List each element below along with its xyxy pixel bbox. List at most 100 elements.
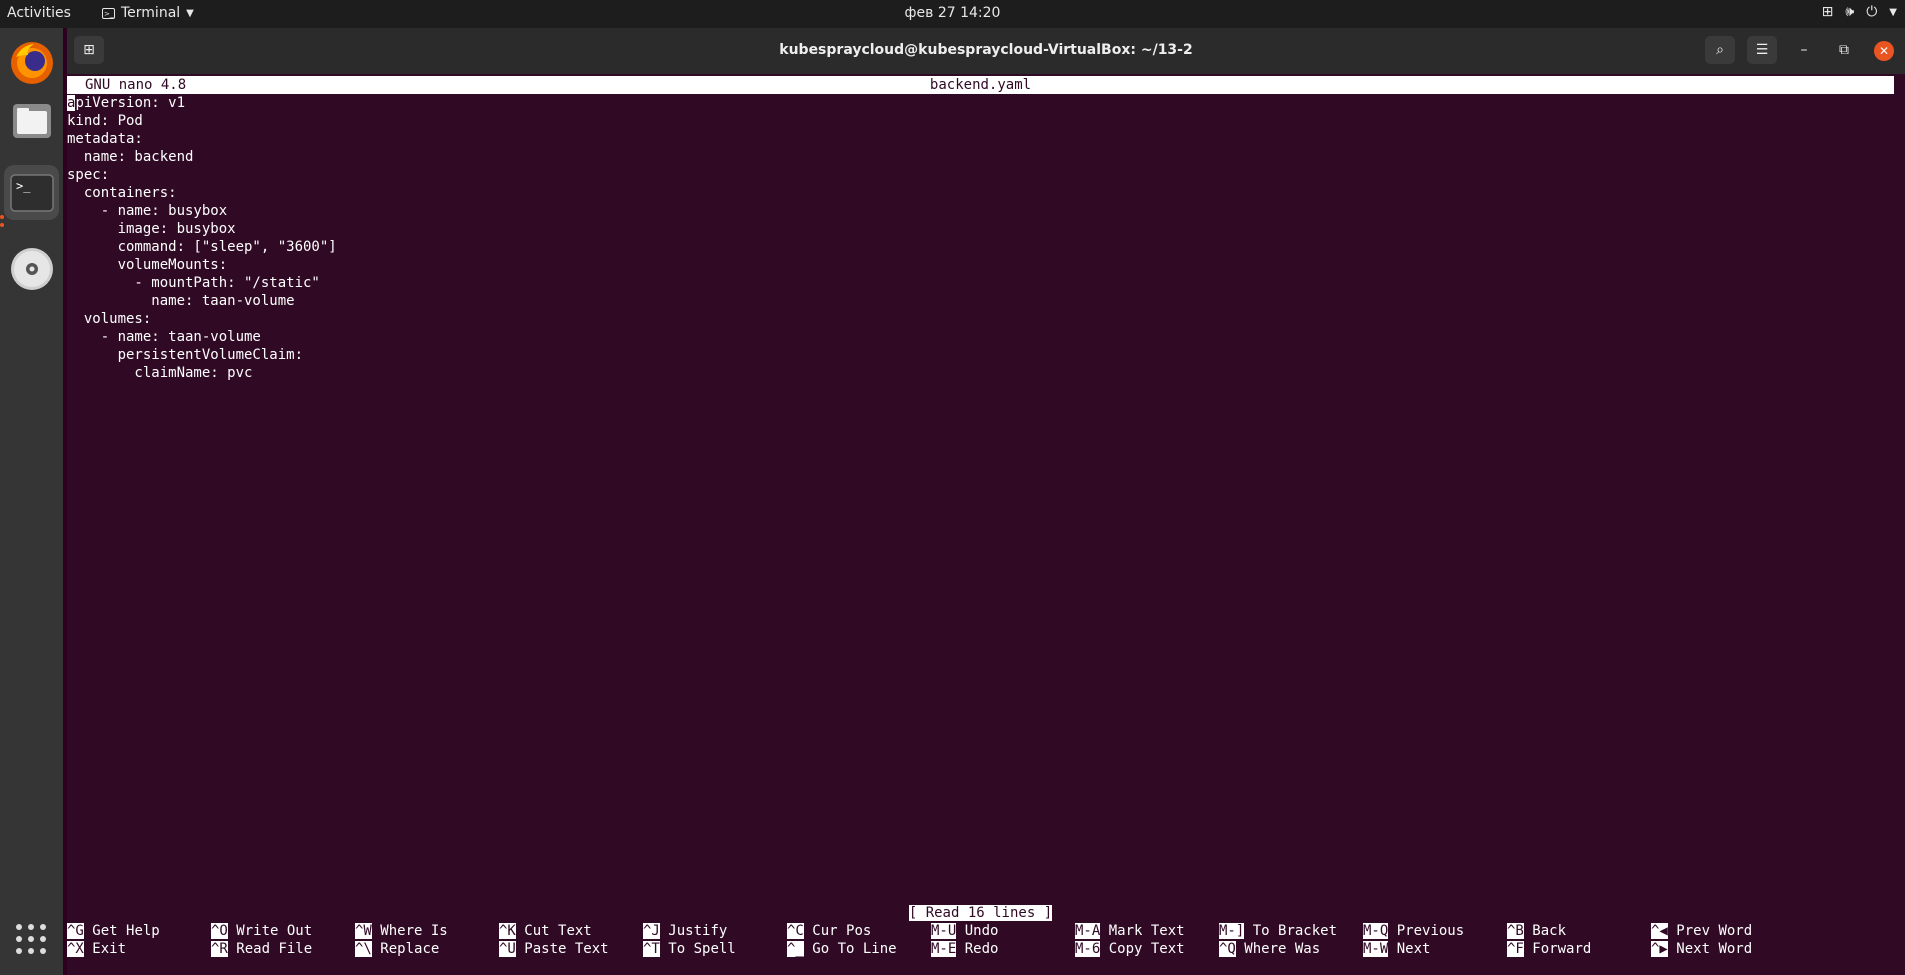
close-button[interactable]: ✕: [1874, 41, 1894, 61]
new-tab-button[interactable]: ⊞: [74, 36, 104, 64]
shortcut-label: Justify: [668, 923, 728, 939]
editor-line[interactable]: containers:: [67, 184, 177, 202]
clock[interactable]: фев 27 14:20: [905, 5, 1001, 21]
minimize-button[interactable]: –: [1789, 36, 1819, 64]
editor-line[interactable]: spec:: [67, 166, 109, 184]
shortcut-key: ^X: [67, 941, 84, 957]
editor-line[interactable]: image: busybox: [67, 220, 236, 238]
shortcut-label: Read File: [236, 941, 313, 957]
editor-line[interactable]: volumeMounts:: [67, 256, 228, 274]
editor-line[interactable]: volumes:: [67, 310, 151, 328]
files-icon: [12, 103, 51, 138]
dock-firefox[interactable]: [4, 35, 59, 90]
status-message: [ Read 16 lines ]: [908, 905, 1053, 921]
activities-button[interactable]: Activities: [7, 5, 71, 21]
shortcut-key: ^_: [787, 941, 804, 957]
shortcut-key: ^T: [643, 941, 660, 957]
maximize-button[interactable]: ⧉: [1829, 36, 1859, 64]
editor-line[interactable]: claimName: pvc: [67, 364, 252, 382]
shortcut-item: M-E Redo: [931, 940, 998, 958]
shortcut-label: Mark Text: [1108, 923, 1185, 939]
shortcut-item: ^▶ Next Word: [1651, 940, 1752, 958]
app-menu-label: Terminal: [121, 5, 181, 21]
svg-text:>_: >_: [16, 179, 31, 193]
dock-files[interactable]: [4, 93, 59, 148]
title-bar[interactable]: ⊞ kubespraycloud@kubespraycloud-VirtualB…: [67, 28, 1905, 74]
editor-line[interactable]: name: taan-volume: [67, 292, 294, 310]
editor-line[interactable]: name: backend: [67, 148, 194, 166]
restore-icon: ⧉: [1839, 42, 1849, 58]
shortcut-label: Back: [1532, 923, 1567, 939]
shortcut-label: To Spell: [668, 941, 736, 957]
caret-down-icon: ▼: [1889, 6, 1897, 18]
editor-line[interactable]: metadata:: [67, 130, 143, 148]
dock-disc[interactable]: [4, 241, 59, 296]
search-button[interactable]: ⌕: [1705, 36, 1735, 64]
shortcut-item: ^X Exit: [67, 940, 126, 958]
shortcut-key: ^Q: [1219, 941, 1236, 957]
minimize-icon: –: [1800, 42, 1808, 58]
shortcut-item: ^F Forward: [1507, 940, 1591, 958]
shortcut-label: Write Out: [236, 923, 313, 939]
shortcut-item: ^\ Replace: [355, 940, 439, 958]
dock-terminal[interactable]: >_: [4, 165, 59, 220]
menu-button[interactable]: ☰: [1747, 36, 1777, 64]
terminal-content[interactable]: GNU nano 4.8 backend.yaml apiVersion: v1…: [67, 74, 1905, 975]
shortcut-label: Forward: [1532, 941, 1592, 957]
shortcut-key: ^G: [67, 923, 84, 939]
shortcut-item: M-U Undo: [931, 922, 998, 940]
editor-line[interactable]: - name: taan-volume: [67, 328, 261, 346]
shortcut-item: ^O Write Out: [211, 922, 312, 940]
shortcut-key: ^B: [1507, 923, 1524, 939]
shortcut-label: Cur Pos: [812, 923, 872, 939]
editor-line[interactable]: - name: busybox: [67, 202, 227, 220]
terminal-icon: >_: [9, 173, 54, 212]
shortcut-key: M-Q: [1363, 923, 1389, 939]
shortcut-key: ^O: [211, 923, 228, 939]
shortcut-item: ^W Where Is: [355, 922, 448, 940]
editor-line[interactable]: - mountPath: "/static": [67, 274, 319, 292]
shortcut-item: ^J Justify: [643, 922, 727, 940]
show-applications-icon[interactable]: [16, 924, 46, 954]
app-menu[interactable]: >_ Terminal ▼: [102, 5, 194, 21]
shortcut-label: Next: [1396, 941, 1431, 957]
shortcut-item: M-W Next: [1363, 940, 1430, 958]
firefox-icon: [10, 41, 53, 84]
shortcut-label: Where Was: [1244, 941, 1321, 957]
shortcut-item: M-Q Previous: [1363, 922, 1464, 940]
shortcut-key: ^K: [499, 923, 516, 939]
shortcut-key: ^\: [355, 941, 372, 957]
shortcut-item: M-] To Bracket: [1219, 922, 1337, 940]
shortcut-key: M-U: [931, 923, 957, 939]
shortcut-key: ^▶: [1651, 941, 1668, 957]
shortcut-label: Previous: [1396, 923, 1465, 939]
shortcut-key: ^U: [499, 941, 516, 957]
shortcut-key: ^W: [355, 923, 372, 939]
shortcut-item: M-6 Copy Text: [1075, 940, 1185, 958]
shortcut-label: Undo: [964, 923, 999, 939]
shortcut-item: ^U Paste Text: [499, 940, 609, 958]
editor-line[interactable]: kind: Pod: [67, 112, 143, 130]
search-icon: ⌕: [1716, 42, 1724, 58]
shortcut-item: ^◀ Prev Word: [1651, 922, 1752, 940]
nano-header: GNU nano 4.8 backend.yaml: [67, 76, 1894, 94]
shortcut-key: ^C: [787, 923, 804, 939]
shortcut-label: Next Word: [1676, 941, 1753, 957]
shortcut-item: ^T To Spell: [643, 940, 736, 958]
editor-line[interactable]: command: ["sleep", "3600"]: [67, 238, 337, 256]
terminal-window: ⊞ kubespraycloud@kubespraycloud-VirtualB…: [67, 28, 1905, 975]
editor-line[interactable]: persistentVolumeClaim:: [67, 346, 303, 364]
shortcut-item: ^G Get Help: [67, 922, 160, 940]
shortcut-key: ^F: [1507, 941, 1524, 957]
shortcut-key: M-W: [1363, 941, 1389, 957]
network-icon: ⊞: [1821, 4, 1834, 20]
shortcut-label: Replace: [380, 941, 440, 957]
volume-icon: 🕪: [1845, 4, 1855, 20]
caret-down-icon: ▼: [186, 7, 194, 19]
editor-line[interactable]: apiVersion: v1: [67, 94, 185, 112]
shortcut-label: Get Help: [92, 923, 160, 939]
shortcut-item: ^Q Where Was: [1219, 940, 1320, 958]
system-tray[interactable]: ⊞ 🕪 ⏻ ▼: [1822, 4, 1897, 20]
shortcut-item: ^_ Go To Line: [787, 940, 897, 958]
status-line: [ Read 16 lines ]: [67, 904, 1894, 922]
